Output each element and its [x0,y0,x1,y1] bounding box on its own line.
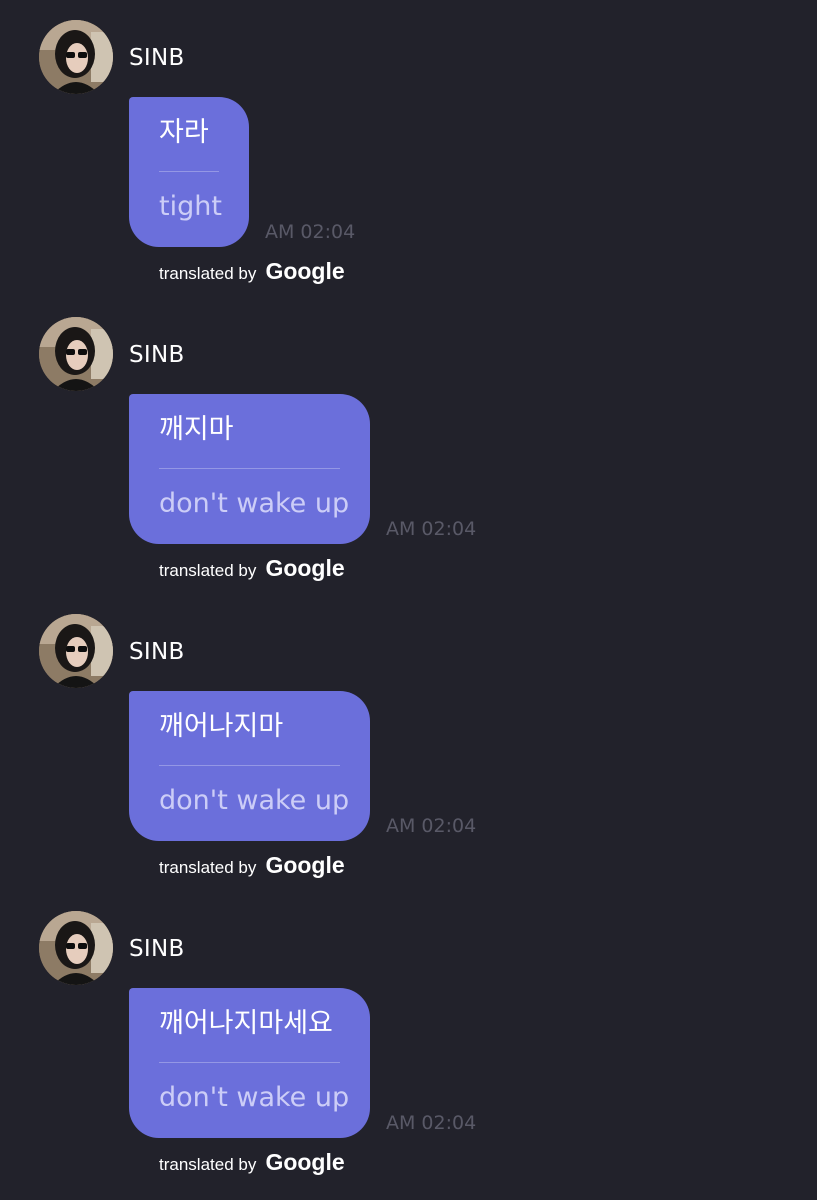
translation-attribution: translated by Google [159,852,345,879]
attribution-prefix: translated by [159,264,257,283]
avatar[interactable] [39,614,113,688]
avatar[interactable] [39,317,113,391]
original-text: 깨어나지마 [159,711,284,742]
timestamp: AM 02:04 [386,815,477,837]
original-text: 깨지마 [159,414,234,445]
bubble-divider [159,765,340,766]
sender-name: SINB [129,342,185,368]
bubble-divider [159,468,340,469]
translation-attribution: translated by Google [159,555,345,582]
sender-name: SINB [129,639,185,665]
translated-text: don't wake up [159,1082,350,1113]
timestamp: AM 02:04 [386,518,477,540]
google-logo: Google [265,1149,345,1175]
message-row: SINB 깨어나지마 don't wake up AM 02:04 transl… [0,594,817,884]
avatar[interactable] [39,20,113,94]
translated-text: tight [159,191,222,222]
google-logo: Google [265,258,345,284]
attribution-prefix: translated by [159,858,257,877]
original-text: 깨어나지마세요 [159,1008,333,1039]
google-logo: Google [265,555,345,581]
message-bubble[interactable]: 깨어나지마 don't wake up [129,691,370,841]
message-row: SINB 자라 tight AM 02:04 translated by Goo… [0,0,817,290]
bubble-divider [159,171,219,172]
avatar[interactable] [39,911,113,985]
translation-attribution: translated by Google [159,258,345,285]
attribution-prefix: translated by [159,561,257,580]
timestamp: AM 02:04 [386,1112,477,1134]
message-bubble[interactable]: 깨지마 don't wake up [129,394,370,544]
google-logo: Google [265,852,345,878]
sender-name: SINB [129,936,185,962]
translation-attribution: translated by Google [159,1149,345,1176]
message-bubble[interactable]: 자라 tight [129,97,249,247]
timestamp: AM 02:04 [265,221,356,243]
avatar-photo-icon [39,911,113,985]
message-bubble[interactable]: 깨어나지마세요 don't wake up [129,988,370,1138]
message-row: SINB 깨어나지마세요 don't wake up AM 02:04 tran… [0,891,817,1181]
chat-log: SINB 자라 tight AM 02:04 translated by Goo… [0,0,817,1200]
translated-text: don't wake up [159,785,350,816]
avatar-photo-icon [39,614,113,688]
message-row: SINB 깨지마 don't wake up AM 02:04 translat… [0,297,817,587]
bubble-divider [159,1062,340,1063]
sender-name: SINB [129,45,185,71]
avatar-photo-icon [39,20,113,94]
attribution-prefix: translated by [159,1155,257,1174]
translated-text: don't wake up [159,488,350,519]
original-text: 자라 [159,117,209,148]
avatar-photo-icon [39,317,113,391]
